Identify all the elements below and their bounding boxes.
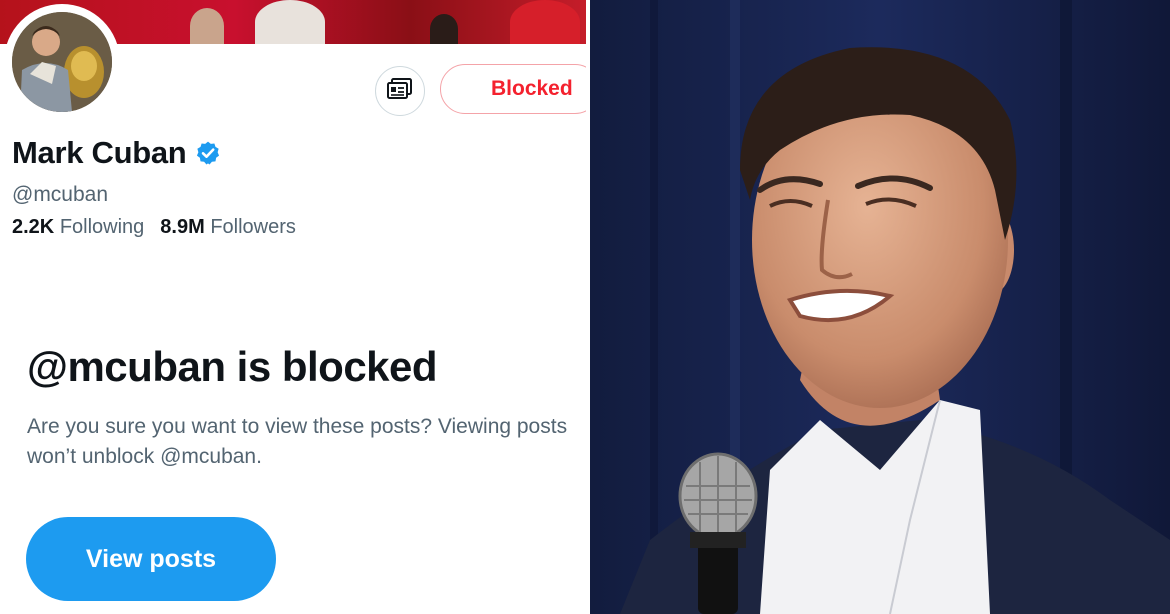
profile-name: Mark Cuban: [12, 135, 187, 170]
avatar-photo: [12, 12, 112, 112]
banner-figure: [510, 0, 580, 44]
banner-figure: [190, 8, 224, 44]
following-stat[interactable]: 2.2K Following: [12, 216, 144, 239]
blocked-notice-description: Are you sure you want to view these post…: [27, 415, 568, 468]
banner-figure: [255, 0, 325, 44]
followers-label: Followers: [210, 216, 296, 238]
profile-handle: @mcuban: [12, 183, 109, 206]
following-count: 2.2K: [12, 216, 55, 238]
profile-stats: 2.2K Following 8.9M Followers: [12, 216, 312, 239]
followers-count: 8.9M: [160, 216, 205, 238]
profile-screenshot-panel: Blocked Mark Cuban @mcuban 2.2K Followin…: [0, 0, 586, 614]
view-posts-label: View posts: [85, 544, 217, 573]
more-options-button[interactable]: [375, 66, 425, 116]
followers-stat[interactable]: 8.9M Followers: [160, 216, 296, 239]
view-posts-button[interactable]: View posts: [26, 517, 276, 601]
avatar[interactable]: [4, 4, 120, 120]
blocked-button-label: Blocked: [491, 77, 573, 100]
following-label: Following: [59, 216, 145, 238]
verified-badge-icon[interactable]: [195, 140, 221, 166]
blocked-notice-title: @mcuban is blocked: [27, 343, 438, 390]
portrait-photo: [590, 0, 1170, 614]
banner-figure: [430, 14, 458, 44]
blocked-button[interactable]: Blocked: [440, 64, 586, 114]
feed-icon: [387, 77, 413, 105]
profile-name-row: Mark Cuban: [12, 135, 221, 171]
